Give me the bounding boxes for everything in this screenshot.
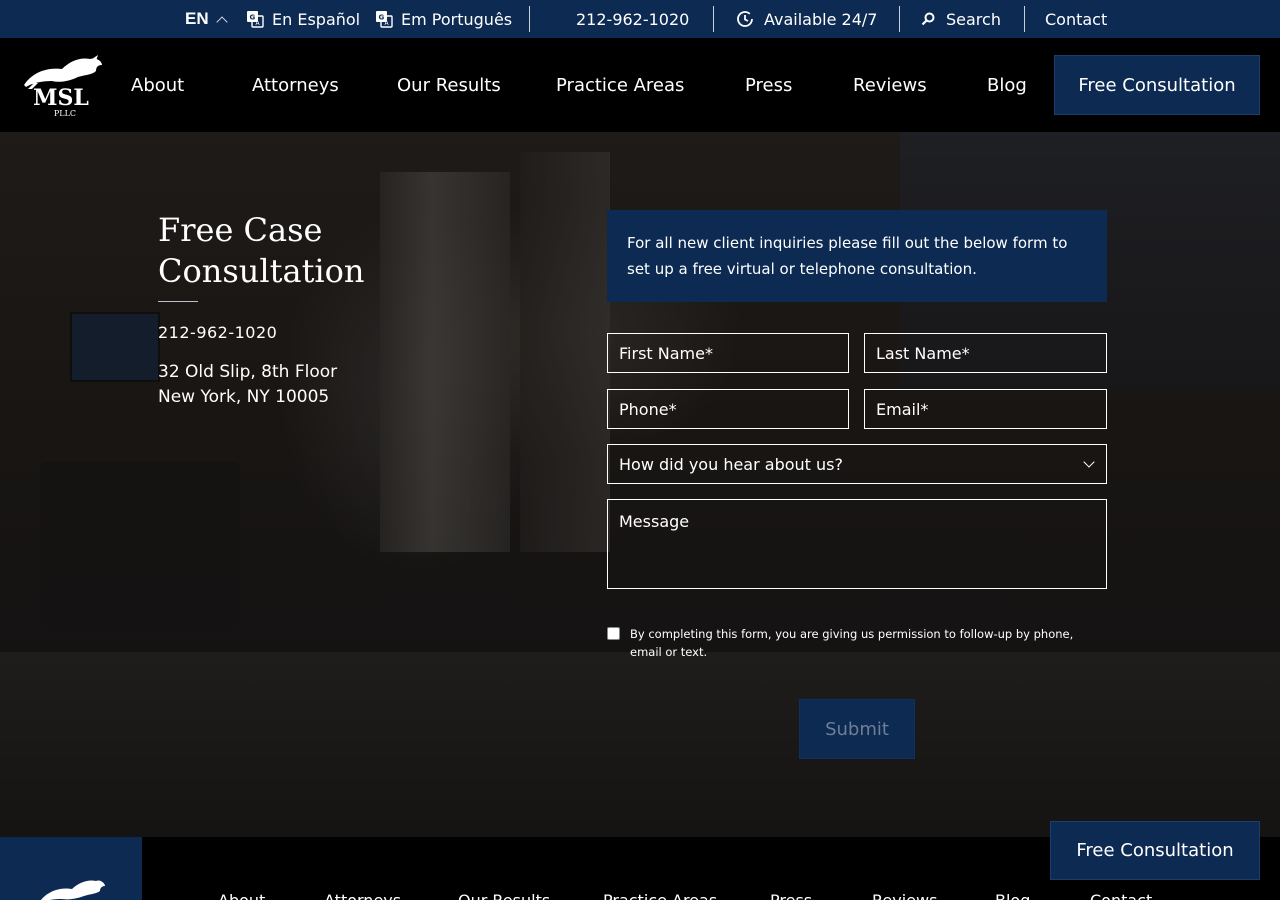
footer-nav-reviews[interactable]: Reviews [872,891,937,900]
availability-label: Available 24/7 [764,9,878,29]
phone-field[interactable]: Phone* [607,389,849,429]
chevron-down-icon [1083,456,1095,468]
nav-item-about[interactable]: About [131,38,184,132]
footer-nav-blog[interactable]: Blog [995,891,1030,900]
last-name-field[interactable]: Last Name* [864,333,1107,373]
language-spanish-label: En Español [272,9,361,29]
footer-nav-our-results[interactable]: Our Results [458,891,550,900]
message-placeholder: Message [619,512,690,531]
nav-item-our-results[interactable]: Our Results [397,38,501,132]
address-line-1: 32 Old Slip, 8th Floor [158,362,338,382]
divider [899,6,900,32]
footer-nav-contact[interactable]: Contact [1090,891,1152,900]
language-selector[interactable]: EN [185,0,228,38]
footer-nav-press[interactable]: Press [770,891,812,900]
form-intro-box: For all new client inquiries please fill… [607,210,1107,302]
language-portuguese-link[interactable]: G A Em Português [375,0,512,38]
first-name-placeholder: First Name* [619,343,713,363]
message-textarea[interactable]: Message [607,499,1107,589]
footer-nav-attorneys[interactable]: Attorneys [324,891,401,900]
language-spanish-link[interactable]: G A En Español [246,0,360,38]
chevron-up-icon [215,15,228,28]
referral-source-placeholder: How did you hear about us? [619,454,843,474]
topbar-contact-link[interactable]: Contact [1045,0,1107,38]
email-placeholder: Email* [876,399,929,419]
nav-item-reviews[interactable]: Reviews [853,38,927,132]
footer-nav-about[interactable]: About [218,891,265,900]
nav-item-blog[interactable]: Blog [987,38,1027,132]
search-label: Search [946,9,1001,29]
address-line-2: New York, NY 10005 [158,387,330,407]
search-icon [921,12,935,26]
footer-logo-icon[interactable] [36,879,106,900]
translate-icon: G A [376,11,393,28]
phone-placeholder: Phone* [619,399,677,419]
top-utility-bar: EN G A En Español G A Em Português 212-9… [0,0,1280,38]
availability-info: Available 24/7 [736,0,877,38]
title-divider [158,301,198,302]
consent-checkbox[interactable] [607,627,620,640]
svg-text:A: A [385,20,390,27]
first-name-field[interactable]: First Name* [607,333,849,373]
email-field[interactable]: Email* [864,389,1107,429]
floating-free-consultation-button[interactable]: Free Consultation [1050,821,1260,880]
submit-button[interactable]: Submit [799,699,915,759]
consent-row: By completing this form, you are giving … [607,625,1107,661]
nav-item-press[interactable]: Press [745,38,792,132]
consent-label: By completing this form, you are giving … [630,627,1074,659]
logo-text: MSL [33,85,89,111]
divider [713,6,714,32]
logo-subtext: PLLC [54,109,76,117]
footer-nav-practice-areas[interactable]: Practice Areas [603,891,717,900]
nav-item-attorneys[interactable]: Attorneys [252,38,339,132]
divider [1024,6,1025,32]
clock-icon [737,11,753,27]
office-address: 32 Old Slip, 8th Floor New York, NY 1000… [158,360,337,410]
title-line-1: Free Case [158,211,323,249]
contact-phone-link[interactable]: 212-962-1020 [158,323,277,342]
msl-logo[interactable]: MSL PLLC [18,55,104,117]
translate-icon: G A [247,11,264,28]
last-name-placeholder: Last Name* [876,343,970,363]
nav-item-practice-areas[interactable]: Practice Areas [556,38,684,132]
free-consultation-button[interactable]: Free Consultation [1054,55,1260,115]
topbar-phone-link[interactable]: 212-962-1020 [576,0,689,38]
footer-logo-box [0,837,142,900]
language-portuguese-label: Em Português [401,9,513,29]
divider [529,6,530,32]
title-line-2: Consultation [158,252,365,290]
main-navigation: MSL PLLC About Attorneys Our Results Pra… [0,38,1280,132]
svg-text:A: A [256,20,261,27]
language-current: EN [185,9,209,28]
search-button[interactable]: Search [921,0,1001,38]
referral-source-select[interactable]: How did you hear about us? [607,444,1107,484]
consultation-section: Free Case Consultation 212-962-1020 32 O… [0,132,1280,837]
page-title: Free Case Consultation [158,210,488,292]
